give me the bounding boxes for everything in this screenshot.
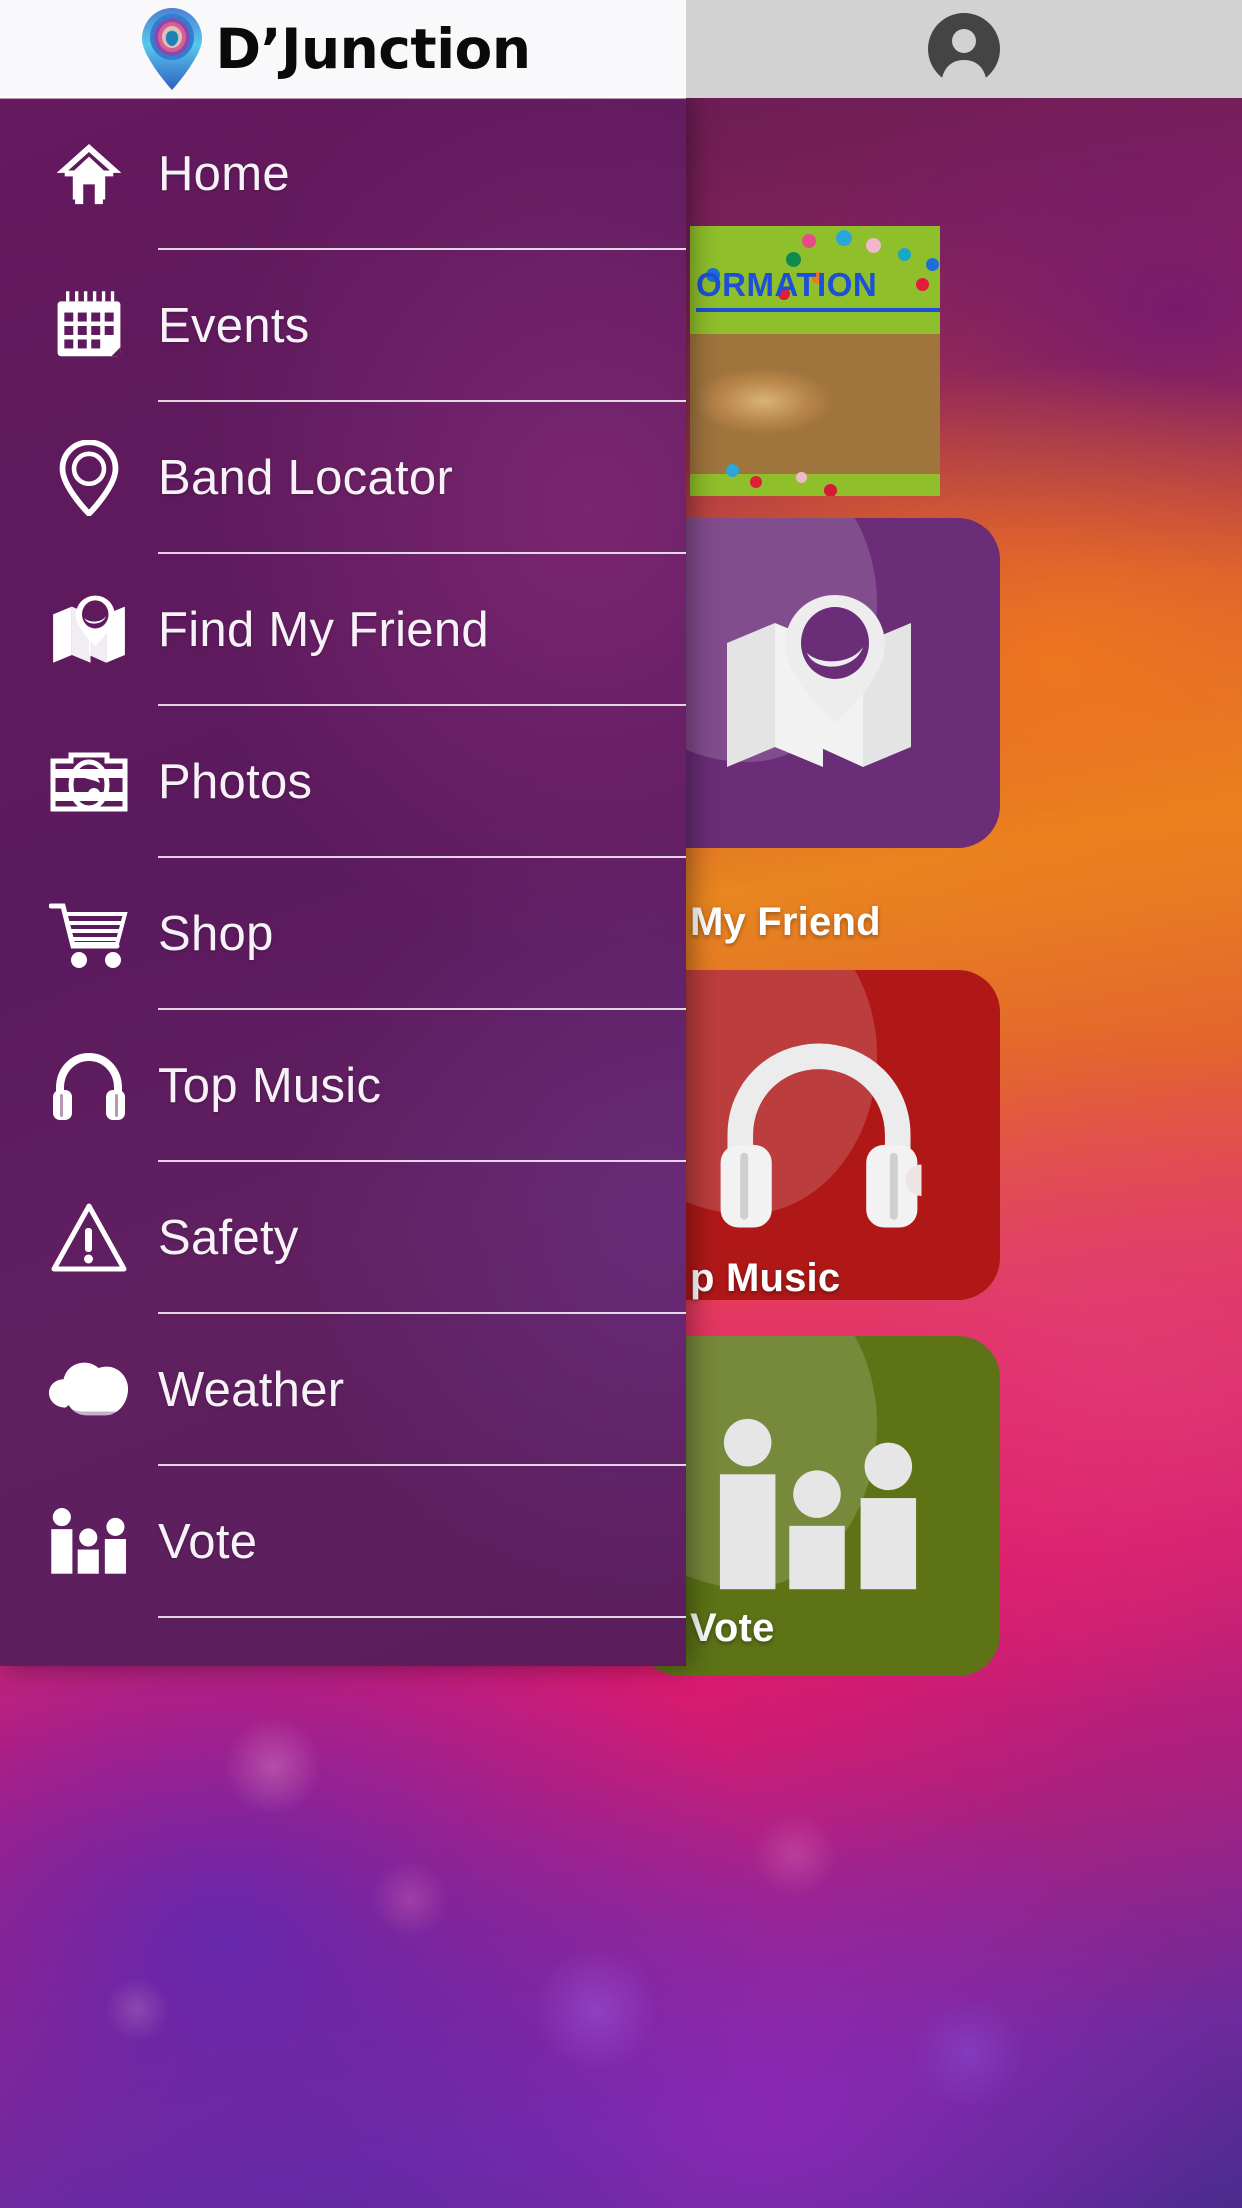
- nav-item-events[interactable]: Events: [0, 250, 686, 402]
- nav-item-shop[interactable]: Shop: [0, 858, 686, 1010]
- app-screen: ORMATION My Friend p Music Vote Home Eve…: [0, 0, 1242, 2208]
- app-header: D’Junction: [0, 0, 1242, 99]
- account-circle-icon[interactable]: [925, 10, 1003, 88]
- headphones-icon: [48, 1045, 130, 1127]
- nav-label: Safety: [158, 1210, 299, 1265]
- food-photo: [690, 334, 940, 474]
- map-pin-icon: [48, 437, 130, 519]
- calendar-icon: [48, 285, 130, 367]
- nav-label: Vote: [158, 1514, 258, 1569]
- tile-top-music[interactable]: [638, 970, 1000, 1300]
- information-card-title: ORMATION: [696, 266, 940, 312]
- nav-label: Weather: [158, 1362, 345, 1417]
- header-underline: [0, 96, 686, 99]
- home-icon: [48, 133, 130, 215]
- camera-icon: [48, 741, 130, 823]
- nav-item-home[interactable]: Home: [0, 98, 686, 250]
- tile-find-my-friend[interactable]: [638, 518, 1000, 848]
- nav-item-weather[interactable]: Weather: [0, 1314, 686, 1466]
- podium-people-icon: [48, 1501, 130, 1583]
- nav-label: Events: [158, 298, 310, 353]
- nav-item-find-my-friend[interactable]: Find My Friend: [0, 554, 686, 706]
- map-with-pin-icon: [727, 595, 911, 767]
- nav-item-band-locator[interactable]: Band Locator: [0, 402, 686, 554]
- header-brand-area: D’Junction: [0, 0, 686, 98]
- nav-label: Photos: [158, 754, 313, 809]
- nav-item-top-music[interactable]: Top Music: [0, 1010, 686, 1162]
- map-with-pin-icon: [48, 589, 130, 671]
- nav-item-photos[interactable]: Photos: [0, 706, 686, 858]
- tile-label-find-my-friend: My Friend: [690, 900, 881, 944]
- brand[interactable]: D’Junction: [139, 7, 531, 91]
- header-account-area: [686, 0, 1242, 98]
- nav-label: Home: [158, 146, 290, 201]
- nav-label: Find My Friend: [158, 602, 489, 657]
- headphones-icon: [720, 1043, 922, 1228]
- warning-triangle-icon: [48, 1197, 130, 1279]
- drawer-nav-list: Home Events Band Locator Find My Friend …: [0, 98, 686, 1618]
- podium-people-icon: [719, 1418, 917, 1590]
- nav-label: Band Locator: [158, 450, 454, 505]
- shopping-cart-icon: [48, 893, 130, 975]
- location-pin-peacock-logo: [142, 8, 203, 90]
- information-card[interactable]: ORMATION: [690, 226, 940, 496]
- tile-label-top-music: p Music: [690, 1256, 841, 1300]
- cloud-icon: [48, 1349, 130, 1431]
- nav-divider: [158, 1616, 686, 1618]
- nav-label: Shop: [158, 906, 274, 961]
- navigation-drawer: Home Events Band Locator Find My Friend …: [0, 98, 686, 1666]
- nav-label: Top Music: [158, 1058, 382, 1113]
- nav-item-safety[interactable]: Safety: [0, 1162, 686, 1314]
- brand-title: D’Junction: [215, 16, 531, 81]
- nav-item-vote[interactable]: Vote: [0, 1466, 686, 1618]
- tile-label-vote: Vote: [690, 1606, 775, 1650]
